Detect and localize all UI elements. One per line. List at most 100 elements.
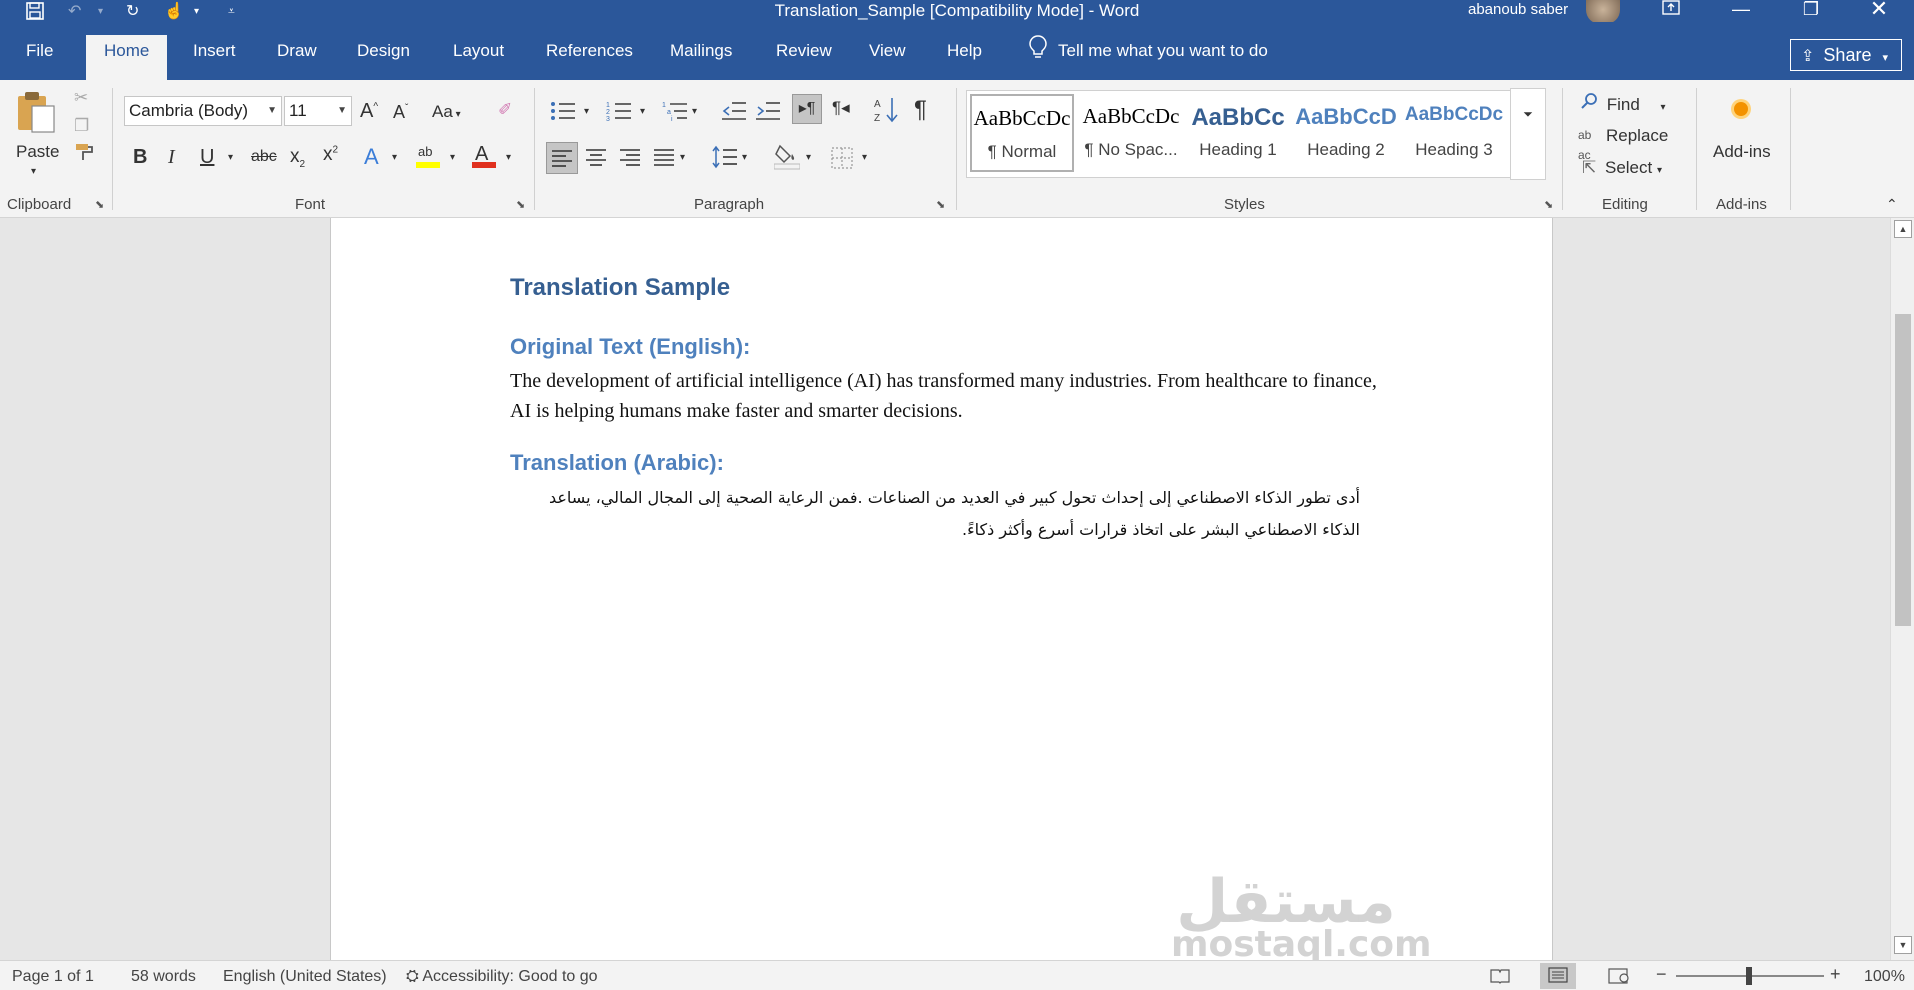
show-marks-icon[interactable]: ¶ [914, 96, 927, 124]
font-color-icon[interactable]: A [472, 142, 496, 175]
bullets-dropdown-icon[interactable]: ▾ [584, 106, 589, 117]
share-button[interactable]: ⇪ Share ▾ [1790, 39, 1902, 71]
zoom-level[interactable]: 100% [1864, 968, 1905, 986]
zoom-slider-thumb[interactable] [1746, 967, 1752, 985]
paragraph-launcher-icon[interactable]: ⬊ [936, 198, 945, 211]
word-count[interactable]: 58 words [131, 968, 196, 986]
paste-button[interactable]: Paste [16, 142, 59, 162]
tab-insert[interactable]: Insert [185, 35, 244, 67]
multilevel-list-icon[interactable]: 1ai [662, 100, 688, 127]
document-page[interactable]: Translation Sample Original Text (Englis… [330, 218, 1553, 960]
italic-icon[interactable]: I [168, 146, 175, 169]
line-spacing-dropdown-icon[interactable]: ▾ [742, 152, 747, 163]
clear-formatting-icon[interactable]: ✐ [498, 100, 512, 120]
increase-indent-icon[interactable] [756, 100, 780, 127]
bullets-icon[interactable] [550, 100, 576, 127]
avatar[interactable] [1586, 0, 1620, 24]
tab-review[interactable]: Review [768, 35, 840, 67]
underline-icon[interactable]: U [200, 146, 214, 169]
text-effects-dropdown-icon[interactable]: ▾ [392, 152, 397, 163]
zoom-in-icon[interactable]: + [1830, 964, 1841, 985]
tab-references[interactable]: References [538, 35, 641, 67]
page-count[interactable]: Page 1 of 1 [12, 968, 94, 986]
ltr-direction-icon[interactable]: ▸¶ [792, 94, 822, 124]
tell-me-search[interactable]: Tell me what you want to do [1028, 34, 1268, 67]
strikethrough-icon[interactable]: abc [251, 148, 277, 166]
justify-icon[interactable] [652, 146, 676, 175]
highlight-dropdown-icon[interactable]: ▾ [450, 152, 455, 163]
tab-mailings[interactable]: Mailings [662, 35, 740, 67]
close-icon[interactable]: ✕ [1856, 0, 1902, 22]
style-no-spacing[interactable]: AaBbCcDc ¶ No Spac... [1079, 94, 1183, 172]
copy-icon[interactable]: ❐ [74, 116, 89, 136]
vertical-scrollbar[interactable]: ▲ ▼ [1890, 218, 1914, 960]
replace-label[interactable]: Replace [1606, 126, 1668, 146]
rtl-direction-icon[interactable]: ¶◂ [832, 98, 850, 118]
addins-icon[interactable] [1734, 102, 1748, 116]
borders-icon[interactable] [830, 146, 854, 175]
style-normal[interactable]: AaBbCcDc ¶ Normal [970, 94, 1074, 172]
find-button[interactable]: Find ▾ [1580, 92, 1666, 115]
align-right-icon[interactable] [618, 146, 642, 175]
font-launcher-icon[interactable]: ⬊ [516, 198, 525, 211]
tab-help[interactable]: Help [939, 35, 990, 67]
bold-icon[interactable]: B [133, 146, 147, 169]
zoom-out-icon[interactable]: − [1656, 964, 1667, 985]
styles-more-icon[interactable]: ⏷ [1510, 88, 1546, 180]
shrink-font-icon[interactable]: Aˇ [393, 102, 408, 123]
change-case-button[interactable]: Aa ▾ [432, 102, 461, 122]
style-heading-3[interactable]: AaBbCcDc Heading 3 [1402, 94, 1506, 172]
line-spacing-icon[interactable] [712, 144, 738, 175]
tab-design[interactable]: Design [349, 35, 418, 67]
numbering-icon[interactable]: 123 [606, 100, 632, 127]
web-layout-icon[interactable] [1608, 968, 1630, 989]
numbering-dropdown-icon[interactable]: ▾ [640, 106, 645, 117]
grow-font-icon[interactable]: A^ [360, 100, 378, 123]
minimize-icon[interactable]: — [1718, 0, 1764, 22]
font-size-dropdown-icon[interactable]: ▼ [337, 97, 347, 125]
styles-launcher-icon[interactable]: ⬊ [1544, 198, 1553, 211]
select-button[interactable]: ⇱ Select ▾ [1582, 158, 1662, 178]
superscript-icon[interactable]: x2 [323, 144, 338, 166]
collapse-ribbon-icon[interactable]: ⌃ [1886, 196, 1898, 213]
style-heading-1[interactable]: AaBbCc Heading 1 [1186, 94, 1290, 172]
paste-icon[interactable] [14, 90, 60, 139]
restore-icon[interactable]: ❐ [1788, 0, 1834, 22]
shading-icon[interactable] [773, 142, 801, 175]
user-name[interactable]: abanoub saber [1468, 1, 1568, 18]
align-left-icon[interactable] [546, 142, 578, 174]
clipboard-launcher-icon[interactable]: ⬊ [95, 198, 104, 211]
ribbon-display-icon[interactable] [1648, 0, 1694, 22]
tab-layout[interactable]: Layout [445, 35, 512, 67]
font-name-dropdown-icon[interactable]: ▼ [267, 97, 277, 125]
print-layout-icon[interactable] [1540, 963, 1576, 989]
underline-dropdown-icon[interactable]: ▾ [228, 152, 233, 163]
language-status[interactable]: English (United States) [223, 968, 387, 986]
tab-file[interactable]: File [18, 35, 61, 67]
font-size-combo[interactable]: 11 ▼ [284, 96, 352, 126]
cut-icon[interactable]: ✂ [74, 88, 88, 108]
tab-view[interactable]: View [861, 35, 914, 67]
scroll-thumb[interactable] [1895, 314, 1911, 626]
font-name-combo[interactable]: Cambria (Body) ▼ [124, 96, 282, 126]
highlight-icon[interactable]: ab [416, 142, 440, 175]
borders-dropdown-icon[interactable]: ▾ [862, 152, 867, 163]
paste-dropdown-icon[interactable]: ▾ [31, 166, 36, 177]
justify-dropdown-icon[interactable]: ▾ [680, 152, 685, 163]
shading-dropdown-icon[interactable]: ▾ [806, 152, 811, 163]
accessibility-status[interactable]: ⛭ Accessibility: Good to go [406, 968, 598, 986]
tab-draw[interactable]: Draw [269, 35, 325, 67]
read-mode-icon[interactable] [1490, 968, 1510, 989]
font-color-dropdown-icon[interactable]: ▾ [506, 152, 511, 163]
align-center-icon[interactable] [584, 146, 608, 175]
sort-icon[interactable]: AZ [874, 96, 898, 129]
tab-home[interactable]: Home [86, 35, 168, 80]
decrease-indent-icon[interactable] [722, 100, 746, 127]
text-effects-icon[interactable]: A [364, 144, 379, 170]
scroll-down-icon[interactable]: ▼ [1894, 936, 1912, 954]
format-painter-icon[interactable] [74, 142, 96, 167]
subscript-icon[interactable]: x2 [290, 146, 305, 170]
style-heading-2[interactable]: AaBbCcD Heading 2 [1294, 94, 1398, 172]
scroll-up-icon[interactable]: ▲ [1894, 220, 1912, 238]
multilevel-dropdown-icon[interactable]: ▾ [692, 106, 697, 117]
